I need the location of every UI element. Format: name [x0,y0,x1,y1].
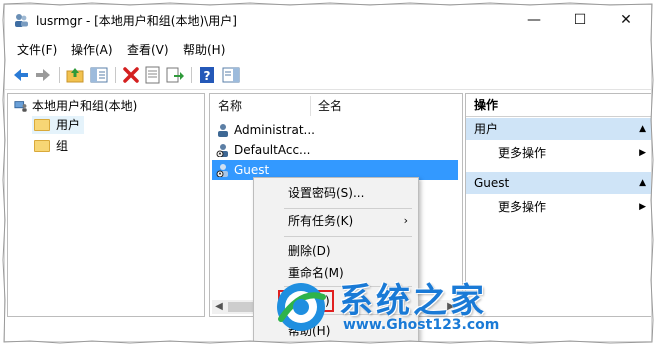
action-group-label: Guest [474,176,510,190]
collapse-up-icon[interactable]: ▲ [639,172,646,194]
actions-header: 操作 [466,94,651,117]
disabled-user-icon [216,163,228,177]
close-button[interactable]: ✕ [603,5,649,35]
action-item-label: 更多操作 [498,146,547,160]
collapse-up-icon[interactable]: ▲ [639,118,646,140]
minimize-button[interactable]: — [511,5,557,35]
title-bar: lusrmgr - [本地用户和组(本地)\用户] — ☐ ✕ [5,5,651,35]
list-item-label: Administrat... [234,123,315,137]
action-group-users[interactable]: 用户 ▲ [466,118,651,140]
show-action-pane-icon[interactable] [221,65,241,85]
menu-action[interactable]: 操作(A) [71,41,113,58]
menu-bar: 文件(F) 操作(A) 查看(V) 帮助(H) [5,39,651,59]
list-item-label: DefaultAcc... [234,143,311,157]
menu-help[interactable]: 帮助(H) [183,41,225,58]
help-icon[interactable]: ? [197,65,217,85]
folder-icon [34,139,50,152]
tree-root-label: 本地用户和组(本地) [32,99,138,113]
mmc-window: lusrmgr - [本地用户和组(本地)\用户] — ☐ ✕ 文件(F) 操作… [4,4,652,342]
ctx-all-tasks[interactable]: 所有任务(K) › [254,210,418,232]
tree-item-groups[interactable]: 组 [32,137,68,155]
tree-item-label: 用户 [56,118,81,132]
svg-text:?: ? [204,69,211,83]
action-more-guest[interactable]: 更多操作 ▶ [466,196,651,218]
submenu-arrow-icon: ▶ [639,148,646,158]
action-more-users[interactable]: 更多操作 ▶ [466,142,651,164]
submenu-chevron-icon: › [403,214,408,227]
tree-item-users[interactable]: 用户 [32,116,84,134]
disabled-user-icon [216,143,228,157]
toolbar: ? [5,61,651,90]
watermark-logo-icon [277,283,326,331]
menu-file[interactable]: 文件(F) [17,41,57,58]
maximize-button[interactable]: ☐ [557,5,603,35]
show-tree-icon[interactable] [89,65,109,85]
ctx-delete[interactable]: 删除(D) [254,240,418,262]
delete-icon[interactable] [121,65,141,85]
computer-users-icon [14,100,27,112]
ctx-set-password[interactable]: 设置密码(S)... [254,182,418,204]
list-item[interactable]: DefaultAcc... [212,140,458,160]
back-icon[interactable] [11,65,31,85]
watermark: 系统之家 www.Ghost123.com [273,271,543,341]
submenu-arrow-icon: ▶ [639,202,646,212]
watermark-url: www.Ghost123.com [343,317,500,333]
export-icon[interactable] [165,65,185,85]
up-folder-icon[interactable] [65,65,85,85]
column-header-fullname[interactable]: 全名 [318,96,342,116]
forward-icon[interactable] [33,65,53,85]
user-icon [218,123,228,137]
scroll-left-icon[interactable]: ◀ [212,300,226,314]
tree-pane: 本地用户和组(本地) 用户 组 [7,93,205,317]
action-group-guest[interactable]: Guest ▲ [466,172,651,194]
action-group-label: 用户 [474,122,499,136]
tree-item-label: 组 [56,139,69,153]
column-header-name[interactable]: 名称 [218,96,242,116]
users-app-icon [15,14,28,27]
list-item[interactable]: Administrat... [212,120,458,140]
window-title: lusrmgr - [本地用户和组(本地)\用户] [36,14,237,28]
properties-icon[interactable] [143,65,163,85]
folder-icon [34,118,50,131]
watermark-title: 系统之家 [339,281,487,321]
action-item-label: 更多操作 [498,200,547,214]
tree-root[interactable]: 本地用户和组(本地) [14,97,137,115]
list-item-label: Guest [234,163,270,177]
menu-view[interactable]: 查看(V) [127,41,169,58]
